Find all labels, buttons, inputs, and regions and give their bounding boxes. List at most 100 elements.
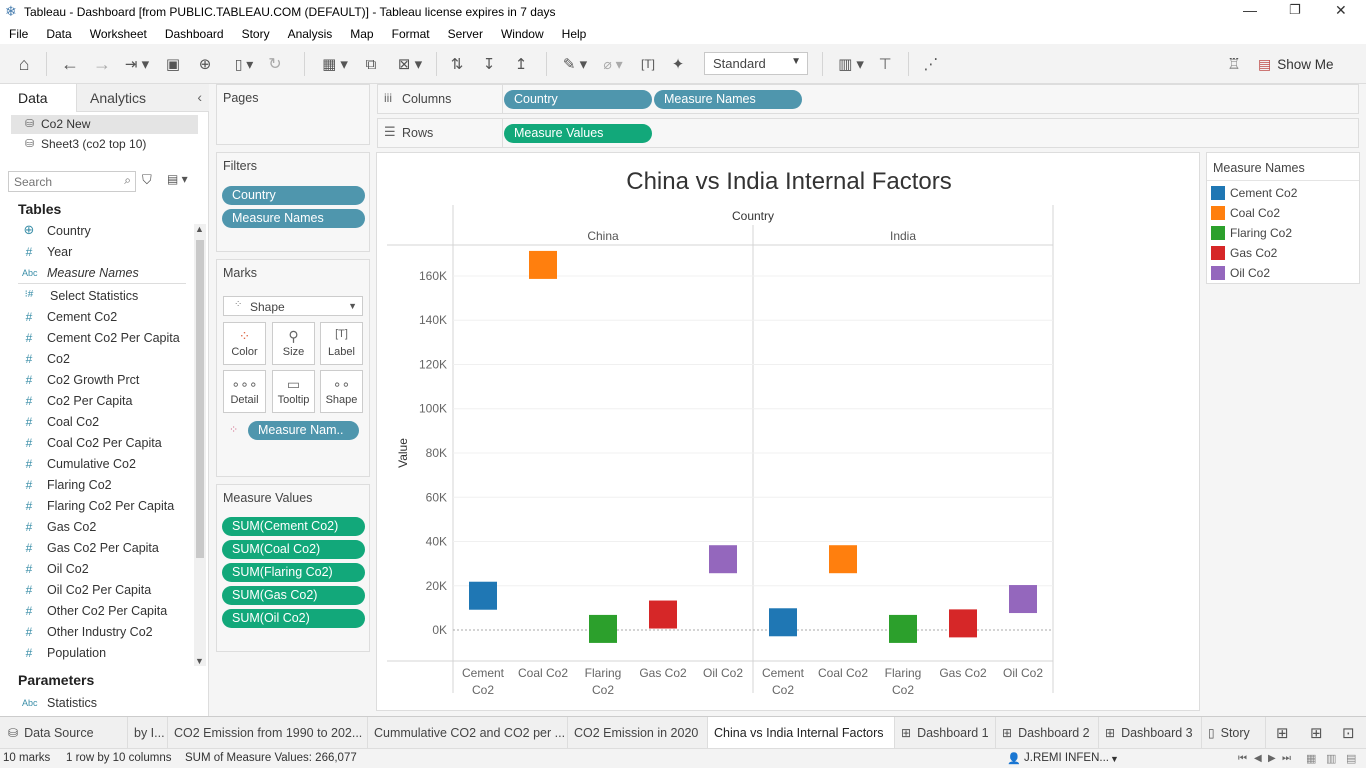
restore-icon[interactable]: ❐ (1289, 2, 1301, 18)
color-button[interactable]: ⁘ Color (223, 322, 266, 365)
next-sheet-icon[interactable]: ▶ (1268, 753, 1276, 764)
rows-pill-measure-values[interactable]: Measure Values (504, 124, 652, 143)
field-item[interactable]: Abc Measure Names (18, 264, 186, 284)
show-labels-icon[interactable]: [T] (638, 54, 658, 74)
field-item[interactable]: # Cement Co2 (18, 308, 186, 328)
filter-icon[interactable]: ⛉ (142, 172, 152, 188)
user-menu-chevron-icon[interactable]: ▼ (1110, 754, 1119, 764)
field-item[interactable]: # Co2 Per Capita (18, 392, 186, 412)
sheet-tab[interactable]: ▯ Story (1202, 717, 1266, 749)
group-icon[interactable]: ⌀ ▾ (596, 54, 630, 74)
columns-shelf[interactable]: iii Columns Country Measure Names (377, 84, 1359, 114)
new-worksheet-icon[interactable]: ⊞ (1276, 724, 1289, 742)
field-list-scrollbar[interactable]: ▲ ▼ (194, 224, 206, 666)
field-item[interactable]: # Co2 Growth Prct (18, 371, 186, 391)
sheet-tab[interactable]: by I... (128, 717, 168, 749)
status-user[interactable]: J.REMI INFEN... (1024, 752, 1109, 764)
sheet-tab[interactable]: ⊞ Dashboard 3 (1099, 717, 1202, 749)
shape-button[interactable]: ∘∘ Shape (320, 370, 363, 413)
search-input[interactable] (9, 172, 113, 191)
datasource-item-sheet3[interactable]: ⛁ Sheet3 (co2 top 10) (11, 135, 198, 154)
scroll-down-icon[interactable]: ▼ (195, 656, 204, 666)
replay-icon[interactable]: ⇥ ▾ (120, 54, 154, 74)
share-icon[interactable]: ⋰ (920, 54, 942, 74)
menu-worksheet[interactable]: Worksheet (81, 27, 156, 41)
view-list-icon[interactable]: ▤ ▾ (167, 172, 188, 186)
filter-pill-country[interactable]: Country (222, 186, 365, 205)
filmstrip-view-icon[interactable]: ▥ (1326, 752, 1336, 765)
color-pill-measure-names[interactable]: Measure Nam.. (248, 421, 359, 440)
sheet-tab[interactable]: CO2 Emission from 1990 to 202... (168, 717, 368, 749)
swap-icon[interactable]: ⇅ (446, 54, 468, 74)
field-item[interactable]: # Other Co2 Per Capita (18, 602, 186, 622)
menu-story[interactable]: Story (233, 27, 279, 41)
grid-view-icon[interactable]: ▦ (1306, 752, 1316, 765)
detail-button[interactable]: ∘∘∘ Detail (223, 370, 266, 413)
save-icon[interactable]: ▣ (162, 54, 184, 74)
measure-pill-flaring[interactable]: SUM(Flaring Co2) (222, 563, 365, 582)
redo-icon[interactable]: → (90, 54, 114, 74)
label-button[interactable]: [T] Label (320, 322, 363, 365)
sheet-tab[interactable]: CO2 Emission in 2020 (568, 717, 708, 749)
columns-pill-measure-names[interactable]: Measure Names (654, 90, 802, 109)
minimize-icon[interactable]: — (1243, 2, 1257, 18)
mark-type-select[interactable]: ⁘ Shape ▼ (223, 296, 363, 316)
sheet-tab[interactable]: ⛁ Data Source (2, 717, 128, 749)
rows-shelf[interactable]: ☰ Rows Measure Values (377, 118, 1359, 148)
tab-analytics[interactable]: Analytics ‹ (76, 84, 209, 112)
field-item[interactable]: ⁝# Select Statistics (18, 287, 186, 307)
sheet-tab[interactable]: Cummulative CO2 and CO2 per ... (368, 717, 568, 749)
first-sheet-icon[interactable]: ⏮ (1238, 753, 1247, 764)
field-item[interactable]: # Oil Co2 Per Capita (18, 581, 186, 601)
tooltip-button[interactable]: ▭ Tooltip (272, 370, 315, 413)
close-icon[interactable]: ✕ (1335, 2, 1347, 19)
list-view-icon[interactable]: ▤ (1346, 752, 1356, 765)
collapse-pane-icon[interactable]: ‹ (197, 89, 202, 105)
clear-sheet-icon[interactable]: ⊠ ▾ (392, 54, 428, 74)
refresh-icon[interactable]: ↻ (264, 54, 286, 74)
duplicate-sheet-icon[interactable]: ⧉ (360, 54, 382, 74)
last-sheet-icon[interactable]: ⏭ (1282, 753, 1291, 764)
new-datasource-icon[interactable]: ⊕ (194, 54, 216, 74)
menu-help[interactable]: Help (553, 27, 596, 41)
scrollbar-thumb[interactable] (196, 240, 204, 558)
columns-pill-country[interactable]: Country (504, 90, 652, 109)
field-item[interactable]: # Gas Co2 Per Capita (18, 539, 186, 559)
show-cards-icon[interactable]: ▥ ▾ (834, 54, 868, 74)
field-item[interactable]: # Cumulative Co2 (18, 455, 186, 475)
pause-updates-icon[interactable]: ▯ ▾ (226, 54, 262, 74)
fit-mode-select[interactable]: Standard ▼ (704, 52, 808, 75)
field-item[interactable]: # Flaring Co2 Per Capita (18, 497, 186, 517)
field-item[interactable]: # Coal Co2 (18, 413, 186, 433)
new-dashboard-icon[interactable]: ⊞ (1310, 724, 1323, 742)
sheet-tab[interactable]: ⊞ Dashboard 2 (996, 717, 1099, 749)
sheet-tab[interactable]: China vs India Internal Factors (708, 717, 895, 749)
format-painter-icon[interactable]: ♖ (1222, 54, 1246, 74)
sort-ascending-icon[interactable]: ↧ (478, 54, 500, 74)
menu-server[interactable]: Server (439, 27, 492, 41)
menu-dashboard[interactable]: Dashboard (156, 27, 233, 41)
prev-sheet-icon[interactable]: ◀ (1254, 753, 1262, 764)
show-me-button[interactable]: ▤ Show Me (1258, 54, 1334, 74)
field-item[interactable]: # Year (18, 243, 186, 263)
menu-data[interactable]: Data (37, 27, 80, 41)
highlight-icon[interactable]: ✎ ▾ (558, 54, 592, 74)
home-icon[interactable]: ⌂ (12, 54, 36, 74)
pages-card[interactable]: Pages (216, 84, 370, 145)
menu-format[interactable]: Format (383, 27, 439, 41)
field-item[interactable]: # Population (18, 644, 186, 664)
sort-descending-icon[interactable]: ↥ (510, 54, 532, 74)
menu-file[interactable]: File (0, 27, 37, 41)
menu-analysis[interactable]: Analysis (279, 27, 342, 41)
menu-window[interactable]: Window (492, 27, 553, 41)
measure-pill-cement[interactable]: SUM(Cement Co2) (222, 517, 365, 536)
field-item[interactable]: # Gas Co2 (18, 518, 186, 538)
menu-map[interactable]: Map (341, 27, 382, 41)
undo-icon[interactable]: ← (58, 54, 82, 74)
field-item[interactable]: # Other Industry Co2 (18, 623, 186, 643)
presentation-mode-icon[interactable]: ⊤ (874, 54, 896, 74)
chart-area[interactable]: China vs India Internal Factors Country Ch… (376, 152, 1200, 711)
tab-data[interactable]: Data (0, 84, 76, 112)
filter-pill-measure-names[interactable]: Measure Names (222, 209, 365, 228)
field-item[interactable]: # Coal Co2 Per Capita (18, 434, 186, 454)
